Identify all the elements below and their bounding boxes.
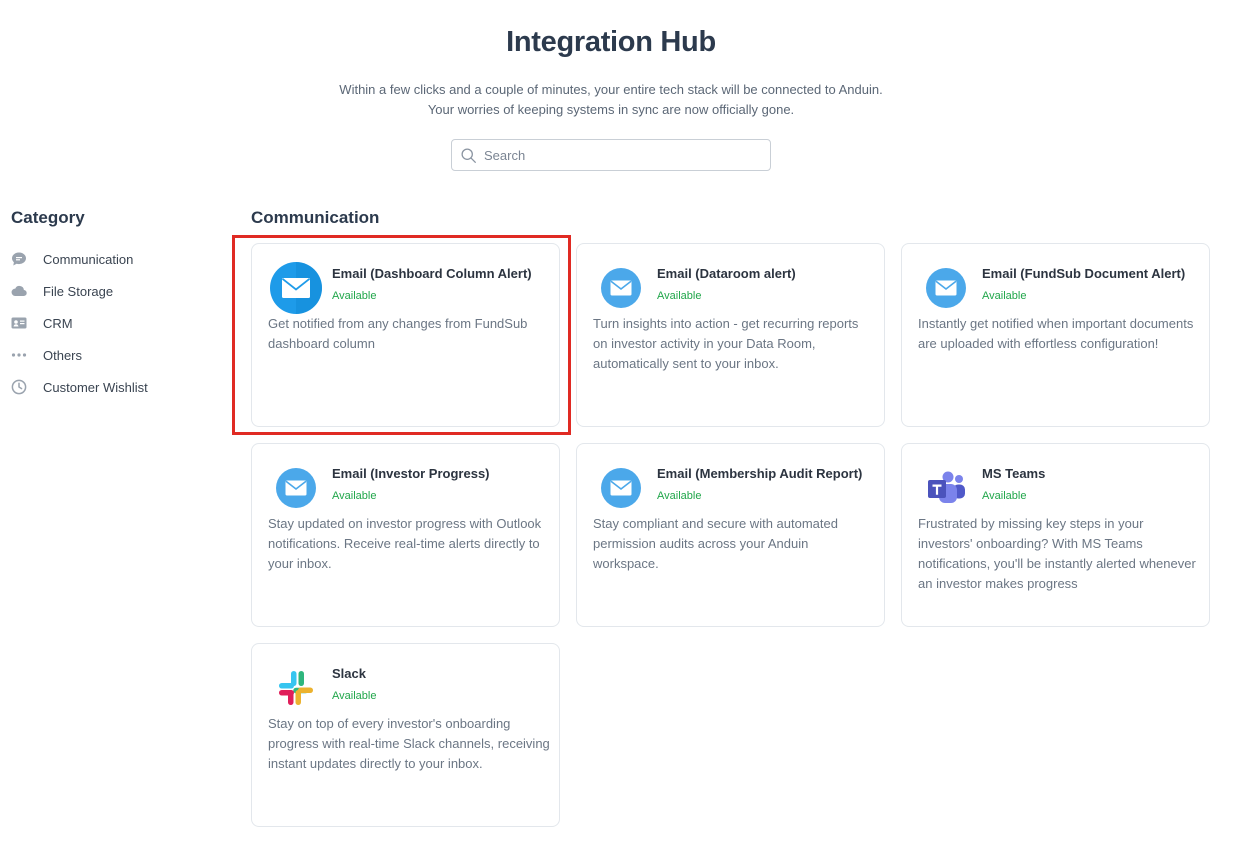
integration-card[interactable]: Slack Available Stay on top of every inv… xyxy=(251,643,560,827)
card-description: Turn insights into action - get recurrin… xyxy=(593,316,859,371)
card-title: Email (Dataroom alert) xyxy=(657,266,796,281)
card-title: Email (Membership Audit Report) xyxy=(657,466,863,481)
category-item-communication[interactable]: Communication xyxy=(11,243,211,275)
card-title: Slack xyxy=(332,666,366,681)
clock-icon xyxy=(11,379,27,395)
status-badge: Available xyxy=(332,290,377,302)
status-badge: Available xyxy=(657,290,702,302)
status-badge: Available xyxy=(332,490,377,502)
category-item-crm[interactable]: CRM xyxy=(11,307,211,339)
chat-bubble-icon xyxy=(11,251,27,267)
integration-card[interactable]: Email (FundSub Document Alert) Available… xyxy=(901,243,1210,427)
search-input[interactable] xyxy=(484,140,764,170)
section-title: Communication xyxy=(251,208,380,227)
card-description: Stay updated on investor progress with O… xyxy=(268,516,542,571)
category-item-file-storage[interactable]: File Storage xyxy=(11,275,211,307)
card-title: Email (Investor Progress) xyxy=(332,466,490,481)
page-title: Integration Hub xyxy=(506,26,716,58)
category-label: Others xyxy=(43,347,83,363)
card-description: Get notified from any changes from FundS… xyxy=(268,316,528,351)
integration-card[interactable]: MS Teams Available Frustrated by missing… xyxy=(901,443,1210,627)
card-description: Instantly get notified when important do… xyxy=(918,316,1194,351)
category-item-others[interactable]: Others xyxy=(11,339,211,371)
subtitle-line-1: Within a few clicks and a couple of minu… xyxy=(339,82,883,97)
cloud-icon xyxy=(11,283,27,299)
subtitle-line-2: Your worries of keeping systems in sync … xyxy=(427,102,795,117)
card-description: Frustrated by missing key steps in your … xyxy=(918,516,1196,591)
search-box[interactable] xyxy=(451,139,771,171)
ellipsis-icon xyxy=(11,347,27,363)
category-label: CRM xyxy=(43,315,73,331)
slack-icon xyxy=(270,662,322,714)
status-badge: Available xyxy=(332,690,377,702)
contact-card-icon xyxy=(11,315,27,331)
integration-card[interactable]: Email (Dataroom alert) Available Turn in… xyxy=(576,243,885,427)
email-icon xyxy=(595,462,647,514)
integration-card[interactable]: Email (Membership Audit Report) Availabl… xyxy=(576,443,885,627)
email-icon xyxy=(270,262,322,314)
category-label: File Storage xyxy=(43,283,114,299)
email-icon xyxy=(270,462,322,514)
email-icon xyxy=(920,262,972,314)
ms-teams-icon xyxy=(920,462,972,514)
status-badge: Available xyxy=(982,490,1027,502)
email-icon xyxy=(595,262,647,314)
category-list: Communication File Storage CRM Others Cu… xyxy=(11,243,211,403)
page-subtitle: Within a few clicks and a couple of minu… xyxy=(0,80,1222,120)
search-icon xyxy=(461,148,476,163)
card-title: MS Teams xyxy=(982,466,1046,481)
card-description: Stay on top of every investor's onboardi… xyxy=(268,716,550,771)
integration-card[interactable]: Email (Dashboard Column Alert) Available… xyxy=(251,243,560,427)
category-label: Customer Wishlist xyxy=(43,379,148,395)
category-item-customer-wishlist[interactable]: Customer Wishlist xyxy=(11,371,211,403)
category-label: Communication xyxy=(43,251,134,267)
integration-card[interactable]: Email (Investor Progress) Available Stay… xyxy=(251,443,560,627)
status-badge: Available xyxy=(657,490,702,502)
card-title: Email (Dashboard Column Alert) xyxy=(332,266,532,281)
category-title: Category xyxy=(11,208,85,227)
card-description: Stay compliant and secure with automated… xyxy=(593,516,838,571)
status-badge: Available xyxy=(982,290,1027,302)
card-title: Email (FundSub Document Alert) xyxy=(982,266,1186,281)
